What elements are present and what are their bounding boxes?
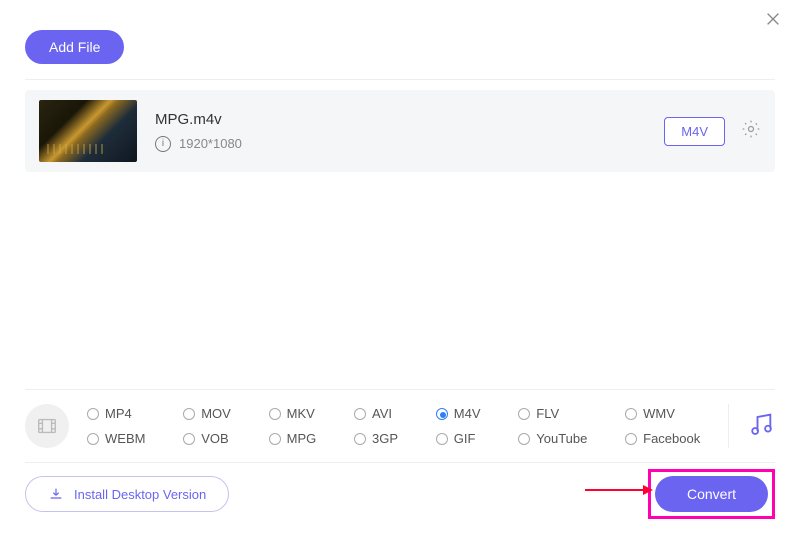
footer: Install Desktop Version Convert bbox=[25, 469, 775, 519]
radio-icon bbox=[183, 408, 195, 420]
format-option-mov[interactable]: MOV bbox=[183, 406, 240, 421]
format-option-facebook[interactable]: Facebook bbox=[625, 431, 710, 446]
file-row: MPG.m4v i 1920*1080 M4V bbox=[25, 90, 775, 172]
format-option-mp4[interactable]: MP4 bbox=[87, 406, 155, 421]
video-thumbnail[interactable] bbox=[39, 100, 137, 162]
format-option-vob[interactable]: VOB bbox=[183, 431, 240, 446]
install-desktop-button[interactable]: Install Desktop Version bbox=[25, 476, 229, 512]
format-label: VOB bbox=[201, 431, 228, 446]
format-label: MPG bbox=[287, 431, 317, 446]
format-label: MOV bbox=[201, 406, 231, 421]
radio-icon bbox=[87, 433, 99, 445]
format-label: FLV bbox=[536, 406, 559, 421]
format-label: MP4 bbox=[105, 406, 132, 421]
music-icon[interactable] bbox=[747, 410, 775, 443]
convert-button[interactable]: Convert bbox=[655, 476, 768, 512]
video-icon bbox=[25, 404, 69, 448]
radio-icon bbox=[625, 433, 637, 445]
format-option-flv[interactable]: FLV bbox=[518, 406, 597, 421]
annotation-highlight: Convert bbox=[648, 469, 775, 519]
radio-icon bbox=[354, 433, 366, 445]
radio-icon bbox=[183, 433, 195, 445]
radio-icon bbox=[625, 408, 637, 420]
format-option-3gp[interactable]: 3GP bbox=[354, 431, 408, 446]
radio-icon bbox=[436, 408, 448, 420]
format-label: WEBM bbox=[105, 431, 145, 446]
header-divider bbox=[25, 79, 775, 80]
format-option-wmv[interactable]: WMV bbox=[625, 406, 710, 421]
format-option-mpg[interactable]: MPG bbox=[269, 431, 326, 446]
format-label: Facebook bbox=[643, 431, 700, 446]
radio-icon bbox=[436, 433, 448, 445]
format-option-gif[interactable]: GIF bbox=[436, 431, 491, 446]
format-option-mkv[interactable]: MKV bbox=[269, 406, 326, 421]
close-icon[interactable] bbox=[764, 10, 782, 33]
format-option-webm[interactable]: WEBM bbox=[87, 431, 155, 446]
install-label: Install Desktop Version bbox=[74, 487, 206, 502]
gear-icon[interactable] bbox=[741, 119, 761, 144]
format-label: M4V bbox=[454, 406, 481, 421]
radio-icon bbox=[269, 408, 281, 420]
format-option-m4v[interactable]: M4V bbox=[436, 406, 491, 421]
radio-icon bbox=[354, 408, 366, 420]
panel-separator bbox=[728, 404, 729, 448]
annotation-arrow bbox=[585, 489, 645, 491]
format-label: 3GP bbox=[372, 431, 398, 446]
info-icon[interactable]: i bbox=[155, 136, 171, 152]
format-option-avi[interactable]: AVI bbox=[354, 406, 408, 421]
format-panel: MP4 MOV MKV AVI M4V FLV WMV WEBM VOB MPG 3GP GIF You… bbox=[25, 389, 775, 463]
radio-icon bbox=[518, 433, 530, 445]
format-badge[interactable]: M4V bbox=[664, 117, 725, 146]
file-name: MPG.m4v bbox=[155, 111, 664, 128]
format-label: AVI bbox=[372, 406, 392, 421]
format-label: MKV bbox=[287, 406, 315, 421]
format-label: GIF bbox=[454, 431, 476, 446]
radio-icon bbox=[269, 433, 281, 445]
format-label: WMV bbox=[643, 406, 675, 421]
format-label: YouTube bbox=[536, 431, 587, 446]
radio-icon bbox=[518, 408, 530, 420]
add-file-button[interactable]: Add File bbox=[25, 30, 124, 64]
file-resolution: 1920*1080 bbox=[179, 136, 242, 151]
format-option-youtube[interactable]: YouTube bbox=[518, 431, 597, 446]
radio-icon bbox=[87, 408, 99, 420]
